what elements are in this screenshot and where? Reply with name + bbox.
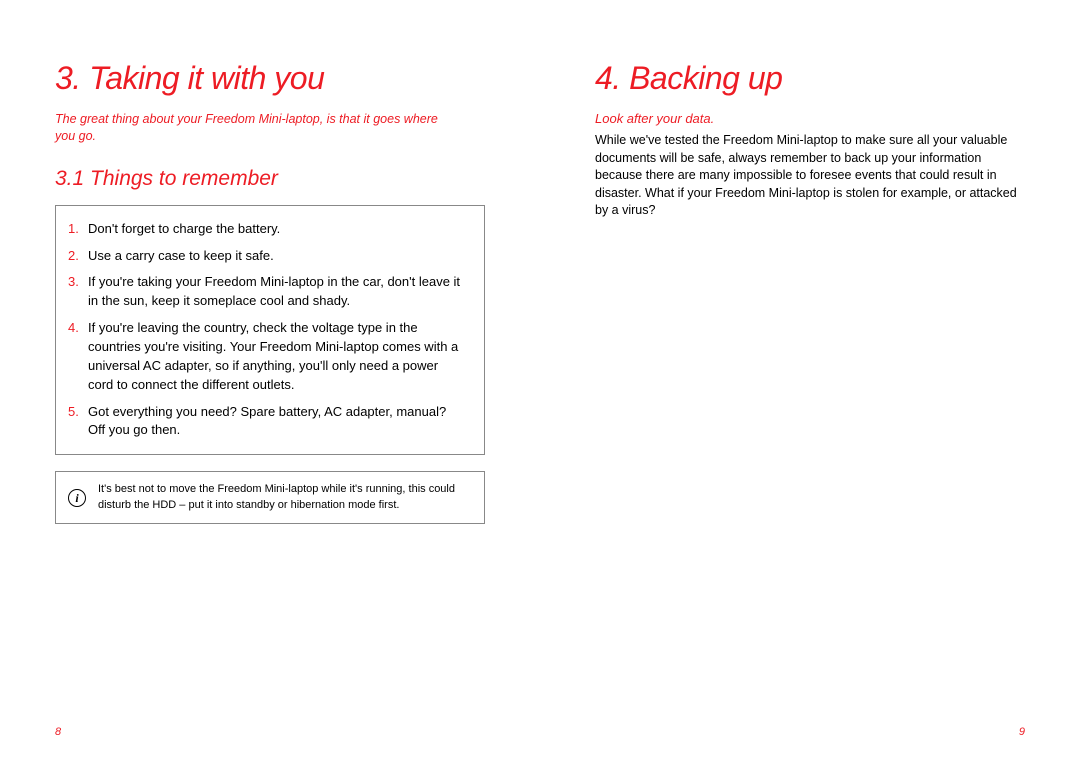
list-item: If you're taking your Freedom Mini-lapto… <box>66 273 466 311</box>
info-icon: i <box>68 489 86 507</box>
list-item: Don't forget to charge the battery. <box>66 220 466 239</box>
page-number-left: 8 <box>55 726 61 738</box>
list-item: Got everything you need? Spare battery, … <box>66 403 466 441</box>
reminder-list: Don't forget to charge the battery. Use … <box>66 220 466 440</box>
section-heading-4: 4. Backing up <box>595 60 1025 97</box>
section-sub-intro: Look after your data. <box>595 111 1025 126</box>
section-intro: The great thing about your Freedom Mini-… <box>55 111 445 145</box>
list-item: Use a carry case to keep it safe. <box>66 247 466 266</box>
right-page: 4. Backing up Look after your data. Whil… <box>540 0 1080 766</box>
note-text: It's best not to move the Freedom Mini-l… <box>98 482 470 513</box>
section-heading-3: 3. Taking it with you <box>55 60 485 97</box>
list-item: If you're leaving the country, check the… <box>66 319 466 394</box>
subsection-heading-3-1: 3.1 Things to remember <box>55 167 485 191</box>
left-page: 3. Taking it with you The great thing ab… <box>0 0 540 766</box>
reminder-list-box: Don't forget to charge the battery. Use … <box>55 205 485 455</box>
page-number-right: 9 <box>1019 726 1025 738</box>
note-box: i It's best not to move the Freedom Mini… <box>55 471 485 524</box>
section-body: While we've tested the Freedom Mini-lapt… <box>595 132 1025 220</box>
page-spread: 3. Taking it with you The great thing ab… <box>0 0 1080 766</box>
